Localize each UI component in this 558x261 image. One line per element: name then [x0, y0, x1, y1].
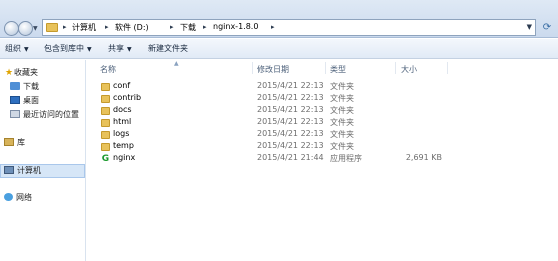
file-modified: 2015/4/21 22:13 — [257, 81, 324, 90]
breadcrumb-separator-icon[interactable]: ▸ — [105, 23, 109, 31]
file-size: 2,691 KB — [405, 153, 442, 162]
nav-item-downloads[interactable]: 下载 — [10, 81, 39, 93]
folder-icon — [101, 107, 110, 115]
sort-ascending-icon: ▲ — [174, 60, 179, 67]
nav-label: 桌面 — [23, 96, 39, 105]
file-name: nginx — [113, 153, 136, 162]
file-type: 文件夹 — [330, 82, 354, 91]
recent-pages-dropdown-icon[interactable]: ▼ — [33, 26, 39, 32]
file-modified: 2015/4/21 22:13 — [257, 105, 324, 114]
chevron-down-icon[interactable]: ▼ — [527, 23, 532, 31]
organize-button[interactable]: 组织 ▼ — [5, 43, 29, 54]
computer-icon — [4, 166, 14, 174]
star-icon: ★ — [4, 68, 14, 78]
file-type: 应用程序 — [330, 154, 362, 163]
chevron-down-icon: ▼ — [87, 46, 92, 53]
nav-item-recent[interactable]: 最近访问的位置 — [10, 109, 79, 121]
nginx-app-icon: G — [101, 154, 110, 164]
breadcrumb-separator-icon[interactable]: ▸ — [63, 23, 67, 31]
column-divider[interactable] — [447, 62, 448, 74]
nav-item-network[interactable]: 网络 — [4, 192, 32, 204]
column-header-name[interactable]: 名称 — [100, 64, 116, 75]
file-type: 文件夹 — [330, 118, 354, 127]
column-divider[interactable] — [325, 62, 326, 74]
column-header-type[interactable]: 类型 — [330, 64, 346, 75]
file-name: contrib — [113, 93, 142, 102]
file-type: 文件夹 — [330, 94, 354, 103]
file-name: docs — [113, 105, 132, 114]
file-list: ▲ 名称 修改日期 类型 大小 conf 2015/4/21 22:13 文件夹… — [87, 60, 558, 261]
library-icon — [4, 138, 14, 146]
share-label: 共享 — [108, 44, 124, 53]
breadcrumb-drive-d[interactable]: 软件 (D:) — [115, 22, 149, 33]
file-row[interactable]: G nginx 2015/4/21 21:44 应用程序 2,691 KB — [87, 153, 558, 165]
network-icon — [4, 193, 13, 201]
file-name: logs — [113, 129, 130, 138]
breadcrumb-nginx[interactable]: nginx-1.8.0 — [213, 22, 258, 31]
forward-button[interactable] — [18, 21, 33, 36]
file-modified: 2015/4/21 21:44 — [257, 153, 324, 162]
command-bar: 组织 ▼ 包含到库中 ▼ 共享 ▼ 新建文件夹 — [0, 39, 558, 59]
column-divider[interactable] — [252, 62, 253, 74]
column-divider[interactable] — [395, 62, 396, 74]
file-name: conf — [113, 81, 131, 90]
folder-icon — [101, 143, 110, 151]
address-strip: ▼ ▸ 计算机 ▸ 软件 (D:) ▸ 下载 ▸ nginx-1.8.0 ▸ ▼… — [0, 0, 558, 38]
address-bar[interactable]: ▸ 计算机 ▸ 软件 (D:) ▸ 下载 ▸ nginx-1.8.0 ▸ ▼ — [42, 19, 536, 36]
file-name: html — [113, 117, 132, 126]
folder-icon — [101, 95, 110, 103]
nav-label: 网络 — [16, 193, 32, 202]
breadcrumb-separator-icon[interactable]: ▸ — [271, 23, 275, 31]
nav-label: 收藏夹 — [14, 68, 38, 77]
column-header-modified[interactable]: 修改日期 — [257, 64, 289, 75]
chevron-down-icon: ▼ — [127, 46, 132, 53]
file-row[interactable]: docs 2015/4/21 22:13 文件夹 — [87, 105, 558, 117]
share-button[interactable]: 共享 ▼ — [108, 43, 132, 54]
file-type: 文件夹 — [330, 130, 354, 139]
column-header-size[interactable]: 大小 — [401, 64, 417, 75]
back-button[interactable] — [4, 21, 19, 36]
chevron-down-icon: ▼ — [24, 46, 29, 53]
folder-icon — [101, 131, 110, 139]
nav-item-computer[interactable]: 计算机 — [4, 165, 41, 177]
file-row[interactable]: conf 2015/4/21 22:13 文件夹 — [87, 81, 558, 93]
desktop-icon — [10, 96, 20, 104]
folder-icon — [46, 23, 58, 32]
file-row[interactable]: contrib 2015/4/21 22:13 文件夹 — [87, 93, 558, 105]
file-name: temp — [113, 141, 134, 150]
include-in-library-button[interactable]: 包含到库中 ▼ — [44, 43, 92, 54]
file-modified: 2015/4/21 22:13 — [257, 141, 324, 150]
new-folder-button[interactable]: 新建文件夹 — [148, 43, 188, 54]
nav-item-libraries[interactable]: 库 — [4, 137, 25, 149]
file-modified: 2015/4/21 22:13 — [257, 93, 324, 102]
file-type: 文件夹 — [330, 142, 354, 151]
file-row[interactable]: temp 2015/4/21 22:13 文件夹 — [87, 141, 558, 153]
file-row[interactable]: logs 2015/4/21 22:13 文件夹 — [87, 129, 558, 141]
file-modified: 2015/4/21 22:13 — [257, 129, 324, 138]
organize-label: 组织 — [5, 44, 21, 53]
breadcrumb-computer[interactable]: 计算机 — [72, 22, 96, 33]
nav-item-desktop[interactable]: 桌面 — [10, 95, 39, 107]
nav-label: 最近访问的位置 — [23, 110, 79, 119]
downloads-folder-icon — [10, 82, 20, 90]
breadcrumb-separator-icon[interactable]: ▸ — [170, 23, 174, 31]
include-in-library-label: 包含到库中 — [44, 44, 84, 53]
file-row[interactable]: html 2015/4/21 22:13 文件夹 — [87, 117, 558, 129]
file-modified: 2015/4/21 22:13 — [257, 117, 324, 126]
nav-item-favorites[interactable]: ★收藏夹 — [4, 67, 38, 79]
file-type: 文件夹 — [330, 106, 354, 115]
nav-label: 计算机 — [17, 166, 41, 175]
nav-label: 库 — [17, 138, 25, 147]
breadcrumb-separator-icon[interactable]: ▸ — [203, 23, 207, 31]
folder-icon — [101, 119, 110, 127]
folder-icon — [101, 83, 110, 91]
navigation-pane: ★收藏夹 下载 桌面 最近访问的位置 库 计算机 网络 — [0, 60, 86, 261]
breadcrumb-downloads[interactable]: 下载 — [180, 22, 196, 33]
recent-places-icon — [10, 110, 20, 118]
refresh-icon[interactable]: ⟳ — [540, 21, 554, 35]
nav-label: 下载 — [23, 82, 39, 91]
